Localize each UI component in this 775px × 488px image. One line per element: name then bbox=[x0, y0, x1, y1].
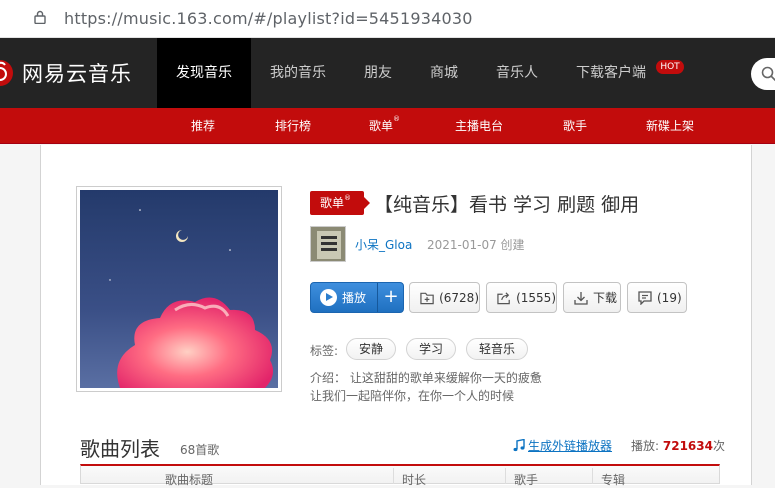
play-count-value: 721634 bbox=[662, 439, 713, 453]
nav-download-client[interactable]: 下载客户端 bbox=[576, 38, 646, 108]
column-duration: 时长 bbox=[402, 473, 427, 487]
hot-badge: HOT bbox=[656, 60, 684, 74]
download-button[interactable]: 下载 bbox=[563, 282, 621, 313]
cover-image bbox=[80, 190, 278, 388]
search-icon bbox=[761, 66, 775, 82]
comment-button[interactable]: (19) bbox=[627, 282, 687, 313]
play-button[interactable]: 播放 bbox=[311, 283, 377, 312]
avatar-image bbox=[311, 227, 345, 261]
playlist-tag: 歌单® bbox=[310, 191, 370, 215]
download-label: 下载 bbox=[593, 291, 618, 305]
tag-study[interactable]: 学习 bbox=[406, 338, 456, 360]
subnav-playlists-label: 歌单 bbox=[369, 119, 394, 133]
play-count-unit: 次 bbox=[712, 439, 725, 453]
playlist-title: 【纯音乐】看书 学习 刷题 御用 bbox=[374, 194, 640, 216]
search-box[interactable] bbox=[751, 58, 775, 90]
nav-discover[interactable]: 发现音乐 bbox=[157, 38, 251, 108]
column-artist: 歌手 bbox=[514, 473, 539, 487]
intro-line-1: 介绍： 让这甜甜的歌单来缓解你一天的疲惫 bbox=[310, 371, 542, 385]
column-divider bbox=[592, 468, 593, 484]
play-label: 播放 bbox=[342, 291, 367, 305]
collect-button[interactable]: (6728) bbox=[409, 282, 480, 313]
play-button-group: 播放 + bbox=[310, 282, 404, 313]
subnav-radio[interactable]: 主播电台 bbox=[455, 108, 503, 144]
intro-line-2: 让我们一起陪伴你，在你一个人的时候 bbox=[310, 389, 515, 403]
subnav-charts[interactable]: 排行榜 bbox=[275, 108, 311, 144]
download-icon bbox=[574, 291, 588, 305]
nav-musician[interactable]: 音乐人 bbox=[496, 38, 538, 108]
nav-my-music[interactable]: 我的音乐 bbox=[270, 38, 326, 108]
collect-icon bbox=[420, 292, 434, 304]
brand-name: 网易云音乐 bbox=[22, 62, 132, 86]
share-count: (1555) bbox=[516, 290, 556, 305]
subnav-new-albums[interactable]: 新碟上架 bbox=[646, 108, 694, 144]
subnav-artists[interactable]: 歌手 bbox=[563, 108, 587, 144]
created-date: 2021-01-07 创建 bbox=[427, 238, 525, 252]
play-count-label: 播放: bbox=[631, 439, 660, 453]
playlist-tag-label: 歌单 bbox=[320, 196, 345, 210]
nav-friends[interactable]: 朋友 bbox=[364, 38, 392, 108]
subnav-recommend[interactable]: 推荐 bbox=[191, 108, 215, 144]
share-icon bbox=[497, 291, 510, 304]
logo[interactable]: 网易云音乐 bbox=[0, 38, 132, 108]
tag-quiet[interactable]: 安静 bbox=[346, 338, 396, 360]
browser-address-bar: https://music.163.com/#/playlist?id=5451… bbox=[0, 0, 775, 38]
column-title: 歌曲标题 bbox=[165, 473, 214, 487]
tags-label: 标签: bbox=[310, 344, 339, 358]
outlink-label: 生成外链播放器 bbox=[528, 439, 613, 453]
outlink-player-link[interactable]: 生成外链播放器 bbox=[513, 437, 612, 454]
play-count: 播放: 721634次 bbox=[631, 437, 725, 454]
tag-light-music[interactable]: 轻音乐 bbox=[466, 338, 528, 360]
add-to-queue-button[interactable]: + bbox=[377, 283, 404, 312]
playlist-tag-mark: ® bbox=[344, 194, 352, 202]
music-note-icon bbox=[513, 439, 525, 452]
registered-mark: ® bbox=[393, 115, 401, 123]
top-navigation: 网易云音乐 发现音乐 我的音乐 朋友 商城 音乐人 下载客户端 HOT bbox=[0, 38, 775, 108]
playlist-cover[interactable] bbox=[76, 186, 282, 392]
url-text[interactable]: https://music.163.com/#/playlist?id=5451… bbox=[64, 9, 473, 28]
play-icon bbox=[320, 289, 337, 306]
collect-count: (6728) bbox=[439, 290, 479, 305]
song-list-title: 歌曲列表 bbox=[80, 437, 160, 461]
share-button[interactable]: (1555) bbox=[486, 282, 557, 313]
comment-count: (19) bbox=[657, 290, 682, 305]
comment-icon bbox=[638, 290, 652, 305]
avatar[interactable] bbox=[310, 226, 346, 262]
lock-icon bbox=[34, 10, 46, 24]
column-divider bbox=[505, 468, 506, 484]
logo-icon bbox=[0, 60, 13, 86]
subnav-playlists[interactable]: 歌单® bbox=[369, 108, 400, 144]
creator-name[interactable]: 小呆_Gloa bbox=[355, 236, 412, 253]
song-count: 68首歌 bbox=[180, 443, 220, 457]
column-album: 专辑 bbox=[601, 473, 626, 487]
nav-mall[interactable]: 商城 bbox=[430, 38, 458, 108]
column-divider bbox=[393, 468, 394, 484]
sub-navigation: 推荐 排行榜 歌单® 主播电台 歌手 新碟上架 bbox=[0, 108, 775, 144]
